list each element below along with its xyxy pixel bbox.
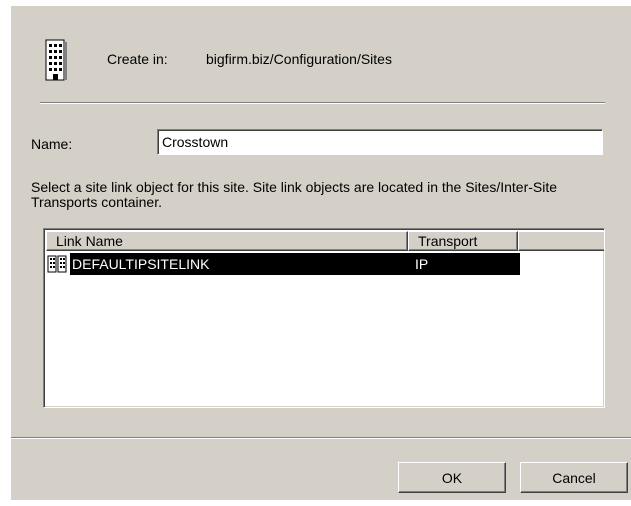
name-field[interactable]: Crosstown [157, 129, 603, 155]
transport-cell: IP [407, 253, 520, 275]
list-item-defaultipsitelink[interactable]: DEFAULTIPSITELINK IP [46, 253, 520, 275]
new-site-dialog: Create in: bigfirm.biz/Configuration/Sit… [11, 6, 631, 500]
site-link-icon [47, 255, 69, 273]
create-in-path: bigfirm.biz/Configuration/Sites [206, 51, 392, 67]
site-link-description: Select a site link object for this site.… [31, 179, 558, 210]
create-in-label: Create in: [107, 51, 168, 67]
cancel-button[interactable]: Cancel [520, 462, 628, 493]
footer-divider [11, 437, 631, 439]
link-name-cell: DEFAULTIPSITELINK [70, 253, 407, 275]
header-divider [40, 102, 605, 104]
column-header-empty [518, 231, 604, 251]
building-icon [44, 38, 68, 82]
column-header-transport[interactable]: Transport [408, 231, 518, 251]
ok-button[interactable]: OK [398, 462, 506, 493]
site-link-list[interactable]: Link Name Transport DEFAULTIPSITELINK IP [43, 228, 605, 408]
name-label: Name: [31, 136, 73, 152]
column-header-link-name[interactable]: Link Name [46, 231, 408, 251]
name-field-value: Crosstown [162, 134, 229, 150]
